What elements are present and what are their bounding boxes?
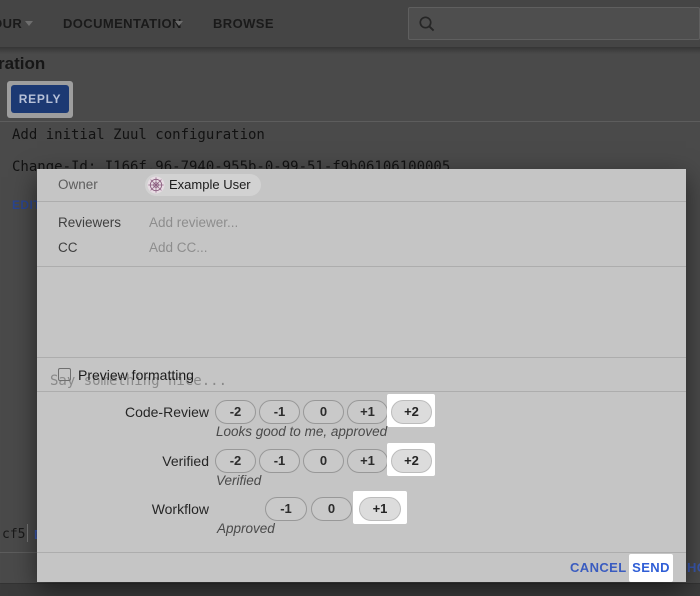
preview-formatting-label: Preview formatting xyxy=(78,367,194,383)
bottom-right-link-fragment[interactable]: HO xyxy=(687,560,700,575)
cc-label: CC xyxy=(58,240,78,255)
code-review-plus1-button[interactable]: +1 xyxy=(347,400,388,424)
divider xyxy=(37,391,686,392)
add-reviewer-input[interactable]: Add reviewer... xyxy=(149,215,238,230)
workflow-plus1-spotlight: +1 xyxy=(353,491,407,524)
code-review-plus2-button[interactable]: +2 xyxy=(391,400,432,424)
send-button[interactable]: SEND xyxy=(629,554,673,582)
nav-item-your[interactable]: YOUR xyxy=(0,16,22,31)
score-description: Looks good to me, approved xyxy=(216,424,387,439)
score-label-workflow: Workflow xyxy=(37,501,209,517)
code-review-zero-button[interactable]: 0 xyxy=(303,400,344,424)
reply-button-spotlight: REPLY xyxy=(7,81,73,118)
code-review-plus2-spotlight: +2 xyxy=(387,394,435,427)
top-nav-bar: YOUR DOCUMENTATION BROWSE xyxy=(0,0,700,47)
divider xyxy=(37,552,686,553)
verified-zero-button[interactable]: 0 xyxy=(303,449,344,473)
send-button-spotlight: SEND xyxy=(629,554,673,582)
divider xyxy=(37,201,686,202)
search-input[interactable] xyxy=(408,7,700,40)
verified-minus2-button[interactable]: -2 xyxy=(215,449,256,473)
preview-formatting-checkbox[interactable] xyxy=(58,368,71,381)
code-review-minus1-button[interactable]: -1 xyxy=(259,400,300,424)
change-title-fragment: ration xyxy=(0,54,45,74)
score-label-code-review: Code-Review xyxy=(37,404,209,420)
add-cc-input[interactable]: Add CC... xyxy=(149,240,208,255)
workflow-plus1-button[interactable]: +1 xyxy=(359,497,401,521)
chevron-down-icon xyxy=(25,21,33,26)
workflow-zero-button[interactable]: 0 xyxy=(311,497,352,521)
identicon-avatar-icon xyxy=(147,176,165,194)
reviewers-label: Reviewers xyxy=(58,215,121,230)
commit-message: Add initial Zuul configuration xyxy=(12,127,265,143)
screen: YOUR DOCUMENTATION BROWSE ration REPLY A… xyxy=(0,0,700,596)
verified-plus2-spotlight: +2 xyxy=(387,443,435,476)
verified-plus1-button[interactable]: +1 xyxy=(347,449,388,473)
nav-item-documentation[interactable]: DOCUMENTATION xyxy=(63,16,182,31)
reply-button[interactable]: REPLY xyxy=(11,85,69,113)
verified-plus2-button[interactable]: +2 xyxy=(391,449,432,473)
chevron-down-icon xyxy=(175,21,183,26)
workflow-minus1-button[interactable]: -1 xyxy=(265,497,307,521)
header-shadow xyxy=(0,47,700,54)
reply-dialog: Owner Example User Reviewers Add review xyxy=(37,169,686,582)
verified-minus1-button[interactable]: -1 xyxy=(259,449,300,473)
comment-textarea[interactable]: Say something nice... xyxy=(37,267,686,357)
owner-label: Owner xyxy=(58,177,98,192)
divider xyxy=(27,524,28,542)
score-description: Approved xyxy=(217,521,275,536)
divider xyxy=(37,357,686,358)
search-icon xyxy=(418,15,436,38)
code-review-minus2-button[interactable]: -2 xyxy=(215,400,256,424)
score-description: Verified xyxy=(216,473,261,488)
nav-item-browse[interactable]: BROWSE xyxy=(213,16,274,31)
divider xyxy=(0,552,37,553)
owner-chip[interactable]: Example User xyxy=(145,174,261,196)
page-footer-bar xyxy=(0,583,700,596)
commit-sha-fragment: cf5 xyxy=(2,527,25,542)
divider xyxy=(0,121,700,122)
owner-name: Example User xyxy=(169,177,251,192)
cancel-button[interactable]: CANCEL xyxy=(570,560,627,575)
score-label-verified: Verified xyxy=(37,453,209,469)
